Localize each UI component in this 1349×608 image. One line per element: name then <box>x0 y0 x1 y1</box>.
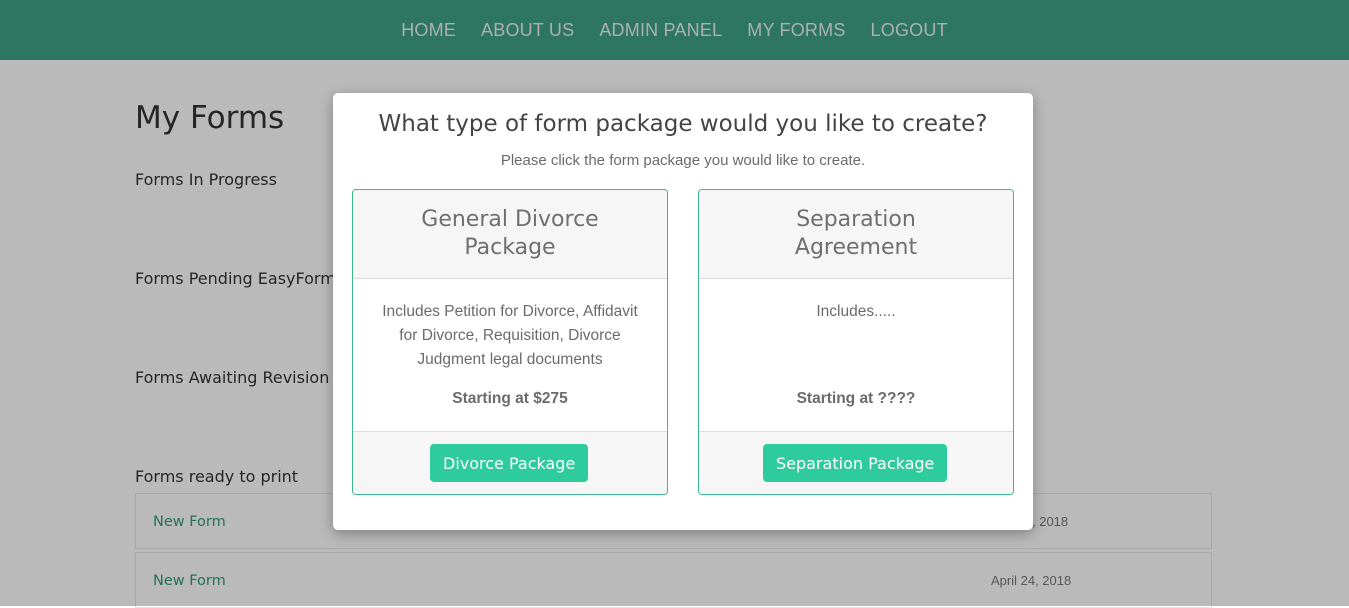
modal-subtitle: Please click the form package you would … <box>500 152 866 169</box>
card-title: Separation Agreement <box>794 207 918 260</box>
card-footer: Separation Package <box>699 431 1013 494</box>
card-description: Includes Petition for Divorce, Affidavit… <box>382 303 638 368</box>
modal-title: What type of form package would you like… <box>378 111 988 137</box>
card-header: General Divorce Package <box>353 190 667 279</box>
card-title: General Divorce Package <box>421 207 599 260</box>
card-price: Starting at $275 <box>452 390 568 407</box>
divorce-package-button[interactable]: Divorce Package <box>430 444 589 482</box>
package-select-modal: What type of form package would you like… <box>333 93 1033 530</box>
separation-package-button[interactable]: Separation Package <box>763 444 948 482</box>
divorce-package-card[interactable]: General Divorce Package Includes Petitio… <box>352 189 668 495</box>
card-header: Separation Agreement <box>699 190 1013 279</box>
separation-package-card[interactable]: Separation Agreement Includes..... Start… <box>698 189 1014 495</box>
card-footer: Divorce Package <box>353 431 667 494</box>
card-description: Includes..... <box>816 303 896 320</box>
card-price: Starting at ???? <box>796 390 916 407</box>
